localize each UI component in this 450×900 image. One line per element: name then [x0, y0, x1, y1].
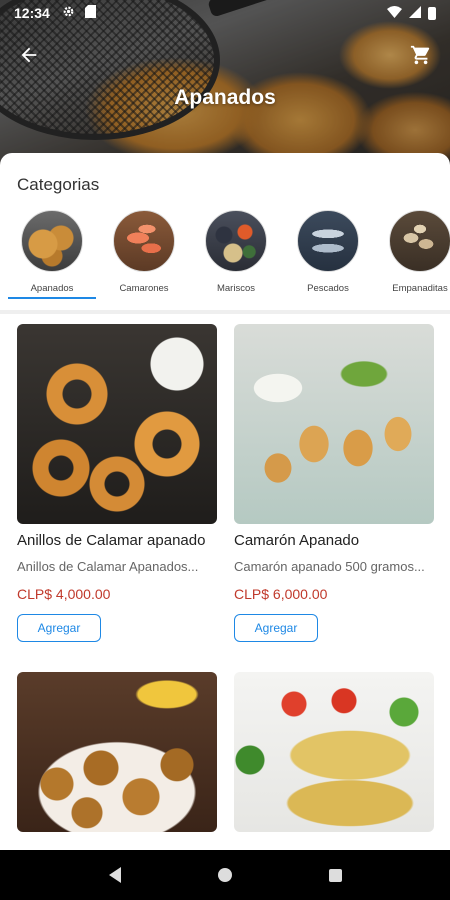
- category-image: [389, 210, 450, 272]
- product-image-calamar: [17, 324, 217, 524]
- selected-category-indicator: [8, 297, 96, 299]
- cart-button[interactable]: [410, 44, 432, 66]
- categories-carousel[interactable]: Apanados Camarones Mariscos Pescados Emp…: [0, 208, 450, 300]
- section-divider: [0, 310, 450, 314]
- content-sheet: Categorias Apanados Camarones Mariscos P…: [0, 153, 450, 850]
- nav-back-icon[interactable]: [108, 867, 121, 883]
- cart-icon: [410, 45, 430, 65]
- category-mariscos[interactable]: Mariscos: [190, 208, 282, 300]
- product-description: Camarón apanado 500 gramos...: [234, 559, 425, 574]
- category-pescados[interactable]: Pescados: [282, 208, 374, 300]
- product-name: Anillos de Calamar apanado: [17, 532, 206, 549]
- arrow-back-icon: [21, 47, 37, 63]
- product-description: Anillos de Calamar Apanados...: [17, 559, 199, 574]
- system-nav-bar: [0, 850, 450, 900]
- settings-icon: [62, 5, 75, 21]
- battery-icon: [428, 6, 436, 20]
- back-button[interactable]: [18, 44, 40, 66]
- nav-recents-icon[interactable]: [328, 868, 342, 882]
- nav-home-icon[interactable]: [217, 868, 232, 882]
- product-price: CLP$ 6,000.00: [234, 586, 328, 602]
- header-hero: 12:34 Apanados: [0, 0, 450, 175]
- product-image: [234, 672, 434, 832]
- product-card[interactable]: [17, 672, 217, 832]
- add-to-cart-button[interactable]: Agregar: [234, 614, 318, 642]
- category-image: [297, 210, 359, 272]
- category-camarones[interactable]: Camarones: [98, 208, 190, 300]
- status-time: 12:34: [14, 5, 50, 21]
- product-name: Camarón Apanado: [234, 532, 360, 549]
- product-card[interactable]: Anillos de Calamar apanado Anillos de Ca…: [17, 324, 217, 642]
- category-image: [113, 210, 175, 272]
- signal-icon: [409, 5, 421, 21]
- add-to-cart-button[interactable]: Agregar: [17, 614, 101, 642]
- category-image: [205, 210, 267, 272]
- category-empanaditas[interactable]: Empanaditas: [374, 208, 450, 300]
- product-card[interactable]: Camarón Apanado Camarón apanado 500 gram…: [234, 324, 434, 642]
- product-card[interactable]: [234, 672, 434, 832]
- category-image: [21, 210, 83, 272]
- wifi-icon: [387, 5, 402, 21]
- category-apanados[interactable]: Apanados: [6, 208, 98, 300]
- product-image-camaron: [234, 324, 434, 524]
- page-title: Apanados: [174, 86, 276, 109]
- status-bar: 12:34: [0, 0, 450, 26]
- product-image: [17, 672, 217, 832]
- categories-heading: Categorias: [17, 175, 100, 194]
- product-price: CLP$ 4,000.00: [17, 586, 111, 602]
- sim-card-icon: [84, 5, 96, 21]
